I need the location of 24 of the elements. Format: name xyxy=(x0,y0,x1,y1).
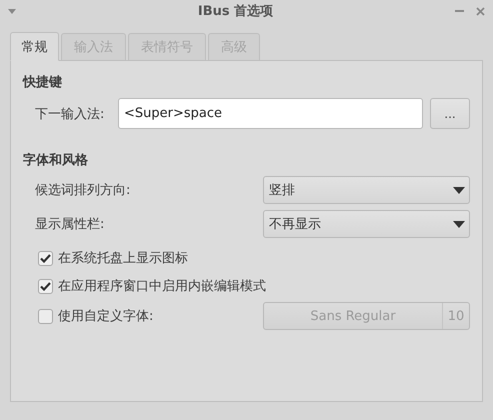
window-title: IBus 首选项 xyxy=(198,3,274,20)
section-heading: 字体和风格 xyxy=(23,152,89,169)
checkbox[interactable] xyxy=(38,278,53,294)
checkbox[interactable] xyxy=(38,250,53,266)
window-menu-icon[interactable] xyxy=(8,8,16,14)
checkbox-label: 在系统托盘上显示图标 xyxy=(58,250,188,267)
section-heading: 快捷键 xyxy=(23,74,63,91)
tab[interactable]: 常规 xyxy=(10,32,59,61)
checkbox-label: 使用自定义字体: xyxy=(58,308,154,325)
dropdown[interactable]: 竖排 xyxy=(263,176,470,204)
dropdown[interactable]: 不再显示 xyxy=(263,210,470,238)
caret-icon xyxy=(453,220,465,228)
field-label: 显示属性栏: xyxy=(35,216,104,233)
checkbox-label: 在应用程序窗口中启用内嵌编辑模式 xyxy=(58,278,266,295)
field-label: 候选词排列方向: xyxy=(35,182,130,199)
checkmark-icon xyxy=(40,254,51,262)
field-label: 下一输入法: xyxy=(35,106,104,122)
checkmark-icon xyxy=(40,282,51,290)
checkbox[interactable] xyxy=(38,308,53,324)
more-button[interactable]: ... xyxy=(430,98,470,129)
caret-icon xyxy=(453,186,465,194)
minimize-icon[interactable] xyxy=(454,10,464,12)
close-icon[interactable] xyxy=(476,6,485,16)
shortcut-field[interactable]: <Super>space xyxy=(118,98,423,129)
